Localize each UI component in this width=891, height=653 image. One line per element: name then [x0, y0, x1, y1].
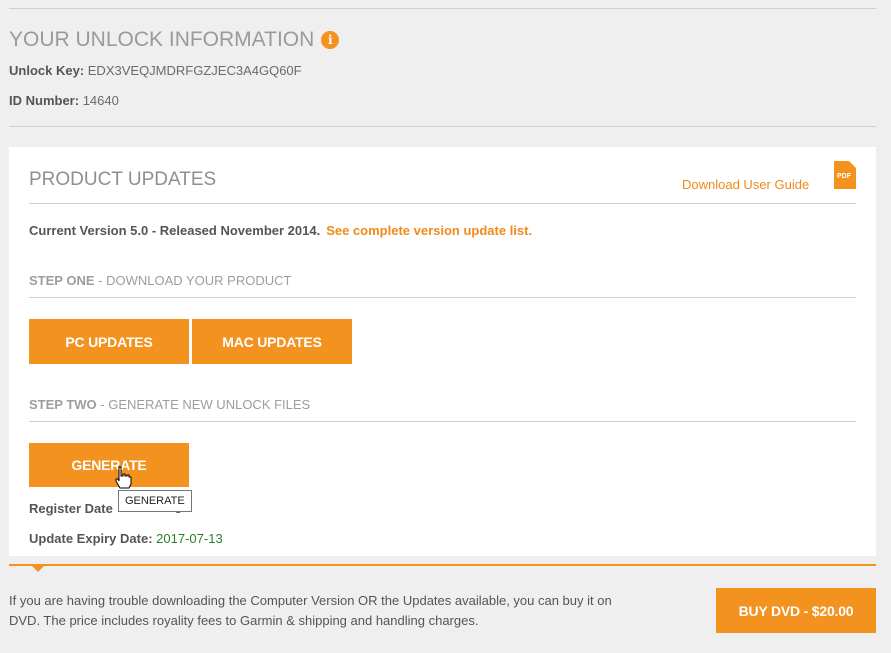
generate-tooltip: GENERATE	[118, 490, 192, 512]
info-icon[interactable]: i	[321, 31, 340, 49]
unlock-key-label: Unlock Key:	[9, 63, 85, 78]
dvd-info-text: If you are having trouble downloading th…	[9, 593, 612, 628]
hand-cursor-icon	[115, 466, 132, 489]
step-one-label: STEP ONE	[29, 273, 95, 288]
unlock-info-title: YOUR UNLOCK INFORMATION	[9, 28, 315, 51]
mac-updates-button[interactable]: MAC UPDATES	[192, 319, 352, 364]
step-one-text: - DOWNLOAD YOUR PRODUCT	[94, 273, 292, 288]
id-number-label: ID Number:	[9, 93, 80, 108]
step-two-text: - GENERATE NEW UNLOCK FILES	[96, 397, 311, 412]
current-version-text: Current Version 5.0 - Released November …	[29, 223, 532, 238]
unlock-key-value: EDX3VEQJMDRFGZJEC3A4GQ60F	[87, 63, 302, 78]
buy-dvd-button[interactable]: BUY DVD - $20.00	[716, 588, 876, 633]
download-user-guide-link[interactable]: Download User Guide	[682, 177, 809, 192]
divider-notch	[32, 566, 44, 572]
unlock-divider	[9, 126, 876, 127]
dvd-section-divider	[9, 564, 876, 566]
top-divider	[9, 8, 876, 9]
pdf-icon-label: PDF	[837, 173, 851, 180]
step-one-divider	[29, 297, 856, 298]
pc-updates-button[interactable]: PC UPDATES	[29, 319, 189, 364]
step-two-heading: STEP TWO - GENERATE NEW UNLOCK FILES	[29, 397, 310, 412]
step-one-heading: STEP ONE - DOWNLOAD YOUR PRODUCT	[29, 273, 291, 288]
expiry-date-value: 2017-07-13	[156, 531, 223, 546]
expiry-date-row: Update Expiry Date: 2017-07-13	[29, 531, 223, 546]
id-number-value: 14640	[82, 93, 119, 108]
unlock-info-heading: YOUR UNLOCK INFORMATION i	[9, 28, 340, 52]
id-number-row: ID Number: 14640	[9, 93, 119, 108]
generate-button[interactable]: GENERATE	[29, 443, 189, 487]
updates-title-divider	[29, 203, 856, 204]
step-two-divider	[29, 421, 856, 422]
unlock-key-row: Unlock Key: EDX3VEQJMDRFGZJEC3A4GQ60F	[9, 63, 302, 78]
version-list-link[interactable]: See complete version update list.	[326, 223, 532, 238]
expiry-date-label: Update Expiry Date:	[29, 531, 153, 546]
pdf-icon[interactable]: PDF	[834, 161, 856, 189]
version-info: Current Version 5.0 - Released November …	[29, 223, 321, 238]
register-date-label: Register Date	[29, 501, 113, 516]
product-updates-title: PRODUCT UPDATES	[29, 169, 217, 190]
step-two-label: STEP TWO	[29, 397, 97, 412]
